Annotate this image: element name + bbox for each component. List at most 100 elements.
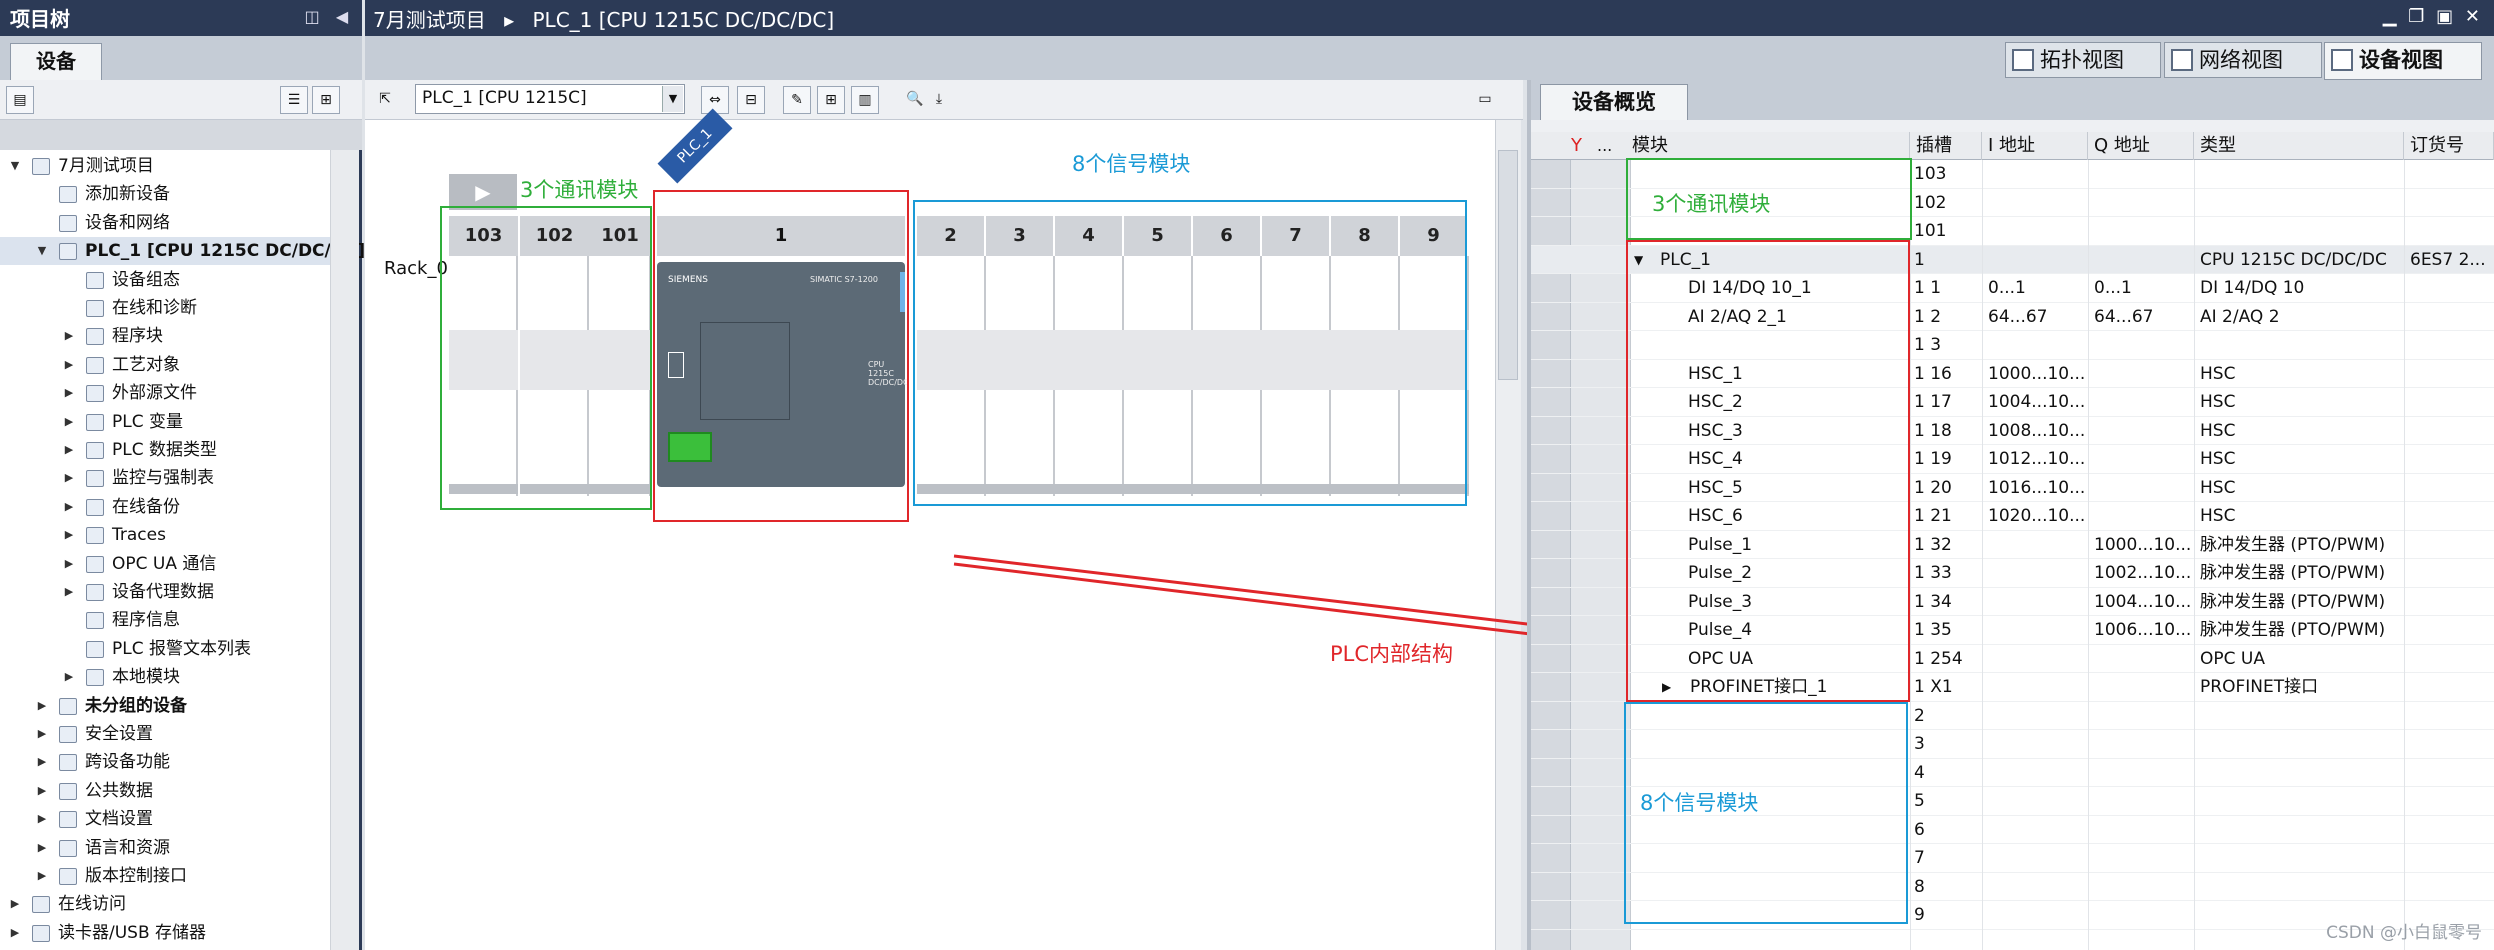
show-labels-icon[interactable]: ⊟ [737,86,765,114]
tab-network-view[interactable]: 网络视图 [2164,42,2322,78]
tree-item[interactable]: ▶ 工艺对象 [0,351,330,379]
tab-topology-view[interactable]: 拓扑视图 [2005,42,2161,78]
tree-item[interactable]: ▶ 未分组的设备 [0,692,330,720]
col-q-address[interactable]: Q 地址 [2088,132,2194,160]
col-module[interactable]: 模块 [1626,132,1910,160]
tree-item[interactable]: ▶ 在线访问 [0,890,330,918]
tree-item[interactable]: ▶ 监控与强制表 [0,464,330,492]
tab-device-overview[interactable]: 设备概览 [1540,84,1688,120]
tree-item[interactable]: ▶ 文档设置 [0,805,330,833]
collapsed-arrow-icon[interactable]: ▶ [35,720,49,748]
tree-item[interactable]: ▶ 读卡器/USB 存储器 [0,919,330,947]
tree-item-label: 在线访问 [58,894,126,915]
minimize-icon[interactable]: ▁ [2383,6,2397,27]
toggle-pointer-icon[interactable]: ⇱ [371,86,399,114]
maximize-icon[interactable]: ▣ [2436,6,2453,27]
more-columns-icon[interactable]: ... [1597,132,1612,160]
tree-item[interactable]: ▶ PLC 变量 [0,408,330,436]
collapsed-arrow-icon[interactable]: ▶ [62,351,76,379]
zoom-dropdown-icon[interactable]: ⤓ [925,86,953,114]
collapsed-arrow-icon[interactable]: ▶ [62,550,76,578]
device-select[interactable]: PLC_1 [CPU 1215C] [415,84,685,114]
cell-i-address [1988,616,2088,644]
cell-q-address [2094,901,2194,929]
collapsed-arrow-icon[interactable]: ▶ [35,805,49,833]
panel-layout-icon[interactable]: ◫ [302,7,322,27]
overview-toggle-icon[interactable]: ▭ [1471,86,1499,114]
tree-item[interactable]: 在线和诊断 [0,294,330,322]
expand-rack-button[interactable]: ▶ [449,174,517,210]
cell-order-number [2410,217,2494,245]
collapsed-arrow-icon[interactable]: ▶ [35,862,49,890]
chevron-down-icon[interactable]: ▼ [662,86,683,112]
collapsed-arrow-icon[interactable]: ▶ [62,464,76,492]
fit-width-icon[interactable]: ⇔ [701,86,729,114]
expanded-arrow-icon[interactable]: ▼ [35,237,49,265]
restore-icon[interactable]: ❐ [2408,6,2424,27]
collapse-panel-icon[interactable]: ◀ [332,7,352,27]
collapsed-arrow-icon[interactable]: ▶ [35,777,49,805]
tree-item[interactable]: ▶ 在线备份 [0,493,330,521]
breadcrumb-device[interactable]: PLC_1 [CPU 1215C DC/DC/DC] [533,8,835,32]
tab-device-view[interactable]: 设备视图 [2324,42,2482,80]
breadcrumb-project[interactable]: 7月测试项目 [373,8,486,32]
collapsed-arrow-icon[interactable]: ▶ [62,521,76,549]
cell-type: AI 2/AQ 2 [2200,306,2280,327]
tree-item[interactable]: 设备组态 [0,266,330,294]
collapsed-arrow-icon[interactable]: ▶ [62,436,76,464]
cell-q-address [2094,331,2194,359]
col-order-number[interactable]: 订货号 [2404,132,2494,160]
cell-slot: 1 1 [1914,278,1942,298]
col-i-address[interactable]: I 地址 [1982,132,2088,160]
filter-icon[interactable]: Y [1571,134,1591,158]
list-view-icon[interactable]: ☰ [280,86,308,114]
tree-item[interactable]: ▶ 跨设备功能 [0,748,330,776]
tree-item[interactable]: ▶ 公共数据 [0,777,330,805]
collapsed-arrow-icon[interactable]: ▶ [62,408,76,436]
collapsed-arrow-icon[interactable]: ▶ [8,890,22,918]
cell-order-number: 6ES7 2... [2410,249,2486,270]
tab-devices[interactable]: 设备 [10,43,102,80]
collapsed-arrow-icon[interactable]: ▶ [35,748,49,776]
cell-order-number [2410,673,2494,701]
tree-item[interactable]: ▶ Traces [0,521,330,549]
cell-slot: 1 32 [1914,534,1952,555]
collapsed-arrow-icon[interactable]: ▶ [62,493,76,521]
tree-item[interactable]: ▶ 设备代理数据 [0,578,330,606]
tree-item[interactable]: PLC 报警文本列表 [0,635,330,663]
collapsed-arrow-icon[interactable]: ▶ [35,692,49,720]
device-list-icon[interactable]: ▤ [6,86,34,114]
close-icon[interactable]: ✕ [2465,6,2480,27]
add-item-icon[interactable]: ⊞ [312,86,340,114]
grid-icon[interactable]: ⊞ [817,86,845,114]
tree-item[interactable]: 程序信息 [0,606,330,634]
cell-q-address [2094,474,2194,502]
tree-item[interactable]: ▼ PLC_1 [CPU 1215C DC/DC/DC] [0,237,365,266]
canvas-scroll-thumb[interactable] [1498,150,1518,380]
tree-item[interactable]: ▶ 版本控制接口 [0,862,330,890]
collapsed-arrow-icon[interactable]: ▶ [62,578,76,606]
tree-item[interactable]: ▶ 程序块 [0,322,330,350]
draw-icon[interactable]: ✎ [783,86,811,114]
collapsed-arrow-icon[interactable]: ▶ [62,379,76,407]
tree-item[interactable]: ▼ 7月测试项目 [0,152,330,180]
col-type[interactable]: 类型 [2194,132,2404,160]
cell-q-address [2094,759,2194,787]
tree-item[interactable]: ▶ PLC 数据类型 [0,436,330,464]
collapsed-arrow-icon[interactable]: ▶ [62,322,76,350]
tree-scrollbar[interactable] [330,150,359,950]
expanded-arrow-icon[interactable]: ▼ [8,152,22,180]
col-slot[interactable]: 插槽 [1910,132,1982,160]
tree-item[interactable]: 添加新设备 [0,180,330,208]
collapsed-arrow-icon[interactable]: ▶ [62,663,76,691]
collapsed-arrow-icon[interactable]: ▶ [8,919,22,947]
tree-item[interactable]: ▶ 安全设置 [0,720,330,748]
tree-item[interactable]: ▶ 本地模块 [0,663,330,691]
tree-item[interactable]: ▶ 外部源文件 [0,379,330,407]
tree-item[interactable]: ▶ OPC UA 通信 [0,550,330,578]
table-icon[interactable]: ▥ [851,86,879,114]
tree-item[interactable]: 设备和网络 [0,209,330,237]
collapsed-arrow-icon[interactable]: ▶ [35,834,49,862]
tree-item-icon [59,839,77,857]
tree-item[interactable]: ▶ 语言和资源 [0,834,330,862]
